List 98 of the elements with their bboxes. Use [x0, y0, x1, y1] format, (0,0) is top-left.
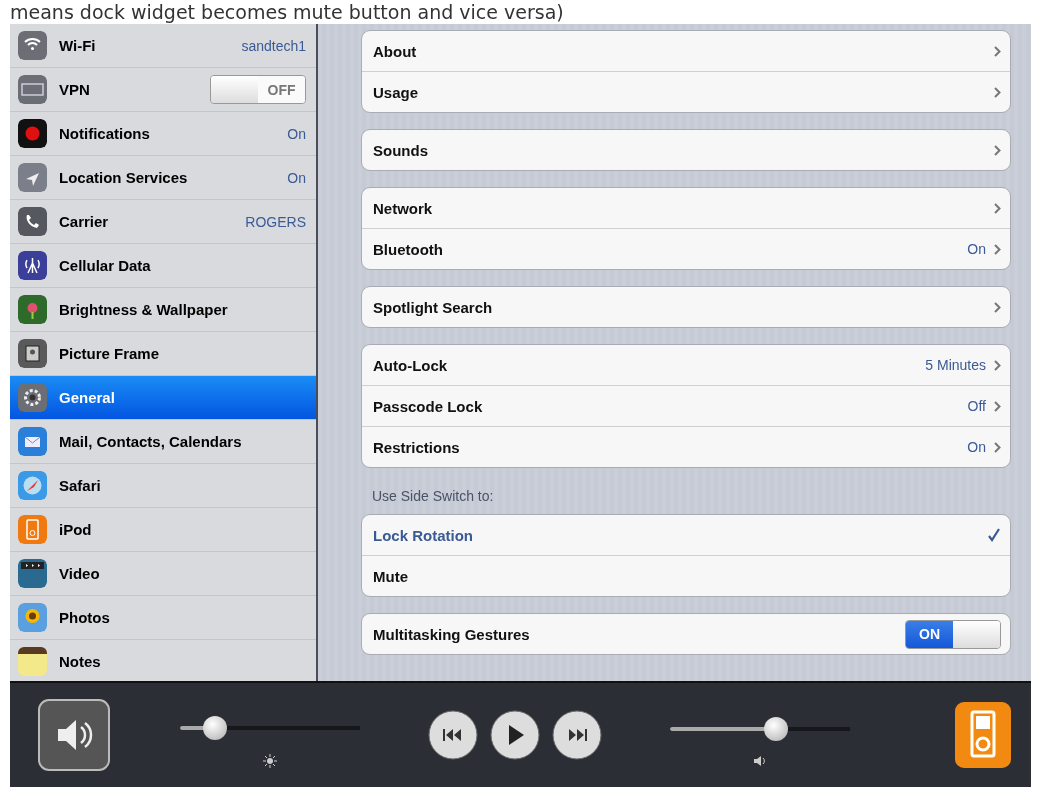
item-label: Cellular Data [59, 257, 152, 274]
settings-row[interactable]: Mute [362, 555, 1010, 596]
vpn-icon [18, 75, 47, 104]
item-label: VPN [59, 81, 91, 98]
item-value: ROGERS [245, 213, 306, 230]
sidebar-item[interactable]: Location Services On [10, 156, 316, 200]
gear-icon [18, 383, 47, 412]
switch-label: ON [906, 620, 953, 648]
item-label: Notifications [59, 125, 151, 142]
sidebar-item[interactable]: Safari [10, 464, 316, 508]
sidebar-item[interactable]: General [10, 376, 316, 420]
row-value: Off [967, 398, 986, 414]
slider-thumb[interactable] [763, 716, 788, 741]
phone-icon [18, 207, 47, 236]
section-header: Use Side Switch to: [371, 487, 495, 506]
wifi-icon [18, 31, 47, 60]
sidebar-item[interactable]: VPN OFF [10, 68, 316, 112]
caption-text: means dock widget becomes mute button and vice versa) [10, 0, 564, 24]
chevron-icon [994, 202, 1001, 214]
item-label: Picture Frame [59, 345, 161, 362]
sidebar-item[interactable]: Wi-Fi sandtech1 [10, 24, 316, 68]
settings-row[interactable]: Lock Rotation [362, 515, 1010, 555]
envelope-icon [18, 427, 47, 456]
flower-icon [18, 295, 47, 324]
chevron-icon [994, 441, 1001, 453]
row-label: Multitasking Gestures [373, 625, 531, 643]
sidebar-item[interactable]: Carrier ROGERS [10, 200, 316, 244]
speaker-button[interactable] [38, 698, 110, 771]
speaker-icon [753, 754, 767, 767]
ipod-icon[interactable] [955, 701, 1011, 768]
row-label: Bluetooth [373, 240, 444, 258]
sidebar-item[interactable]: Photos [10, 596, 316, 640]
row-label: Usage [373, 83, 420, 101]
row-label: Sounds [373, 141, 429, 159]
sidebar-item[interactable]: Brightness & Wallpaper [10, 288, 316, 332]
item-label: Mail, Contacts, Calendars [59, 433, 243, 450]
item-label: Brightness & Wallpaper [59, 301, 229, 318]
item-label: Wi-Fi [59, 37, 97, 54]
toggle-switch[interactable]: ON [905, 619, 1001, 649]
row-label: Network [373, 199, 434, 217]
checkmark-icon [987, 528, 1001, 542]
chevron-icon [994, 301, 1001, 313]
settings-row[interactable]: Restrictions On [362, 426, 1010, 467]
slider-thumb[interactable] [203, 715, 228, 740]
film-icon [18, 559, 47, 588]
settings-row[interactable]: Network [362, 188, 1010, 228]
item-value: On [287, 125, 306, 142]
row-value: On [967, 439, 986, 455]
settings-row[interactable]: About [362, 31, 1010, 71]
antenna-icon [18, 251, 47, 280]
row-label: Mute [373, 567, 409, 585]
chevron-icon [994, 359, 1001, 371]
row-label: Spotlight Search [373, 298, 494, 316]
item-label: Photos [59, 609, 111, 626]
item-label: Carrier [59, 213, 110, 230]
settings-row[interactable]: Passcode Lock Off [362, 385, 1010, 426]
chevron-icon [994, 45, 1001, 57]
chevron-icon [994, 144, 1001, 156]
item-label: iPod [59, 521, 93, 538]
item-label: Safari [59, 477, 102, 494]
row-label: About [373, 42, 418, 60]
settings-row[interactable]: Sounds [362, 130, 1010, 170]
sun-icon [263, 753, 277, 768]
toggle-switch[interactable]: OFF [210, 75, 306, 104]
row-label: Auto-Lock [373, 356, 449, 374]
switch-label: OFF [258, 76, 305, 103]
row-label: Passcode Lock [373, 397, 484, 415]
row-value: 5 Minutes [925, 357, 986, 373]
sunflower-icon [18, 603, 47, 632]
item-label: General [59, 389, 116, 406]
settings-row[interactable]: Auto-Lock 5 Minutes [362, 345, 1010, 385]
chevron-icon [994, 400, 1001, 412]
item-label: Video [59, 565, 101, 582]
chevron-icon [994, 86, 1001, 98]
settings-row[interactable]: Spotlight Search [362, 287, 1010, 327]
sidebar-item[interactable]: Mail, Contacts, Calendars [10, 420, 316, 464]
compass-icon [18, 471, 47, 500]
item-value: sandtech1 [241, 37, 306, 54]
play-button[interactable] [490, 709, 540, 760]
picture-frame-icon [18, 339, 47, 368]
row-value: On [967, 241, 986, 257]
item-label: Location Services [59, 169, 189, 186]
sidebar-item[interactable]: Notifications On [10, 112, 316, 156]
sidebar-item[interactable]: Video [10, 552, 316, 596]
previous-track-button[interactable] [428, 709, 478, 760]
item-value: On [287, 169, 306, 186]
sidebar-item[interactable]: Cellular Data [10, 244, 316, 288]
sidebar-item[interactable]: iPod [10, 508, 316, 552]
notepad-icon [18, 647, 47, 676]
item-label: Notes [59, 653, 102, 670]
row-label: Restrictions [373, 438, 461, 456]
row-label: Lock Rotation [373, 526, 474, 544]
next-track-button[interactable] [552, 709, 602, 760]
ipod-icon [18, 515, 47, 544]
chevron-icon [994, 243, 1001, 255]
settings-row[interactable]: Usage [362, 71, 1010, 112]
settings-row[interactable]: Bluetooth On [362, 228, 1010, 269]
settings-row[interactable]: Multitasking Gestures ON [362, 614, 1010, 654]
